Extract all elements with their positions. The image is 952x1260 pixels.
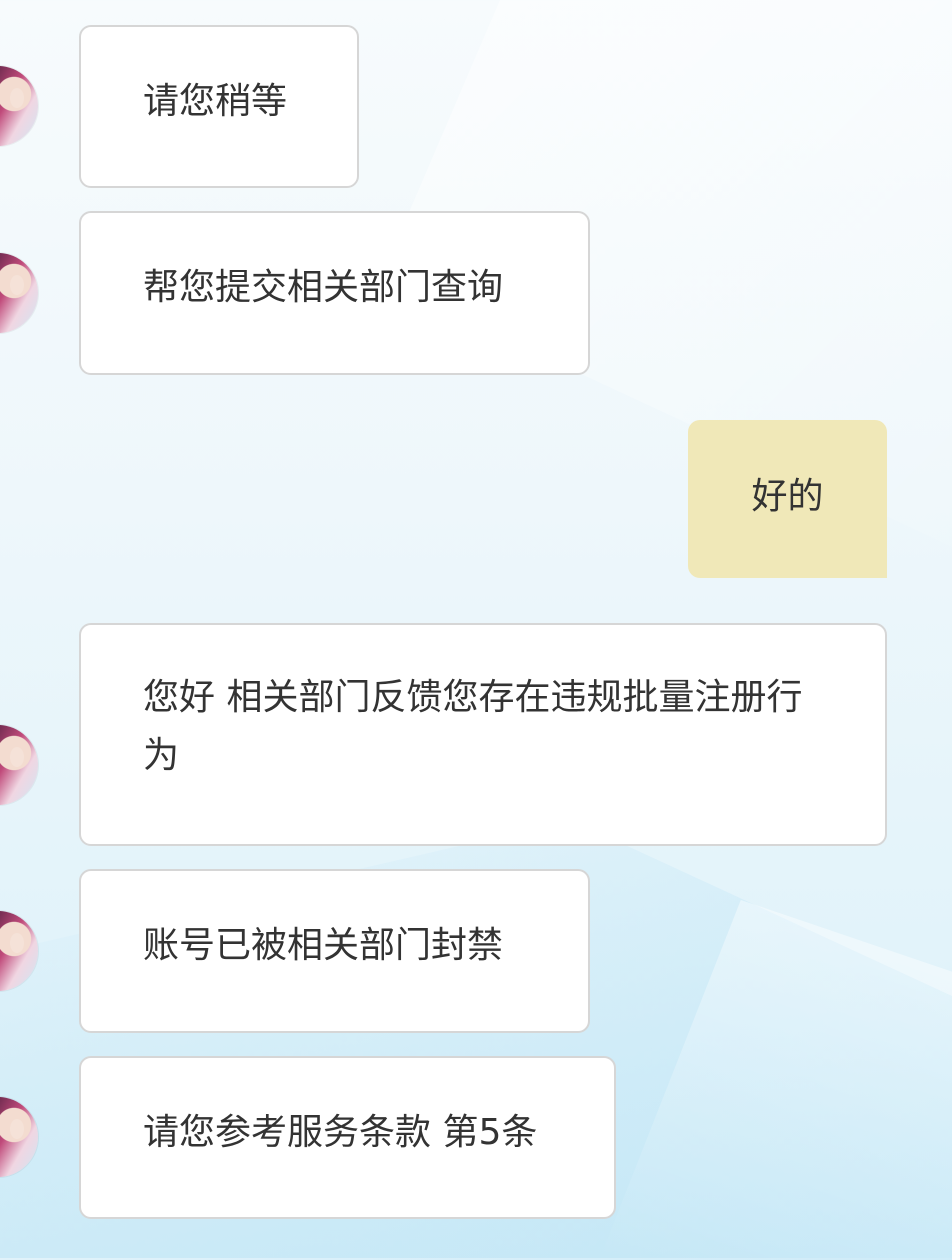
agent-message-bubble[interactable]: 您好 相关部门反馈您存在违规批量注册行为 — [79, 623, 887, 846]
agent-message-bubble[interactable]: 请您稍等 — [79, 25, 359, 188]
user-message-bubble[interactable]: 好的 — [688, 420, 887, 578]
message-text: 账号已被相关部门封禁 — [143, 925, 504, 966]
agent-avatar[interactable] — [0, 1097, 38, 1177]
agent-message-bubble[interactable]: 账号已被相关部门封禁 — [79, 869, 590, 1033]
message-text: 好的 — [751, 476, 824, 517]
agent-avatar[interactable] — [0, 253, 38, 333]
agent-message-bubble[interactable]: 帮您提交相关部门查询 — [79, 211, 590, 375]
message-text: 帮您提交相关部门查询 — [143, 267, 504, 308]
message-text: 您好 相关部门反馈您存在违规批量注册行为 — [143, 677, 803, 776]
message-text: 请您稍等 — [143, 81, 288, 122]
agent-avatar[interactable] — [0, 911, 38, 991]
agent-avatar[interactable] — [0, 66, 38, 146]
background-shape — [600, 900, 952, 1258]
agent-avatar[interactable] — [0, 725, 38, 805]
agent-message-bubble[interactable]: 请您参考服务条款 第5条 — [79, 1056, 616, 1219]
message-text: 请您参考服务条款 第5条 — [143, 1112, 538, 1153]
